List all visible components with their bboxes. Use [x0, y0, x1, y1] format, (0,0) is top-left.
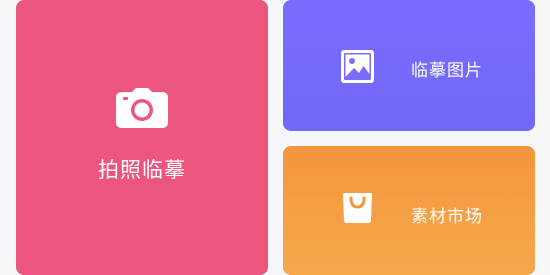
shopping-bag-icon [343, 193, 372, 223]
image-copy-label: 临摹图片 [411, 61, 483, 81]
image-icon [341, 50, 374, 83]
material-market-card[interactable]: 素材市场 [283, 146, 535, 275]
photo-copy-card[interactable]: 拍照临摹 [16, 0, 268, 275]
photo-copy-label: 拍照临摹 [98, 158, 186, 182]
home-menu: 拍照临摹 临摹图片 素材市场 [0, 0, 550, 275]
material-market-label: 素材市场 [411, 207, 483, 227]
camera-icon [116, 88, 168, 128]
image-copy-card[interactable]: 临摹图片 [283, 0, 535, 131]
